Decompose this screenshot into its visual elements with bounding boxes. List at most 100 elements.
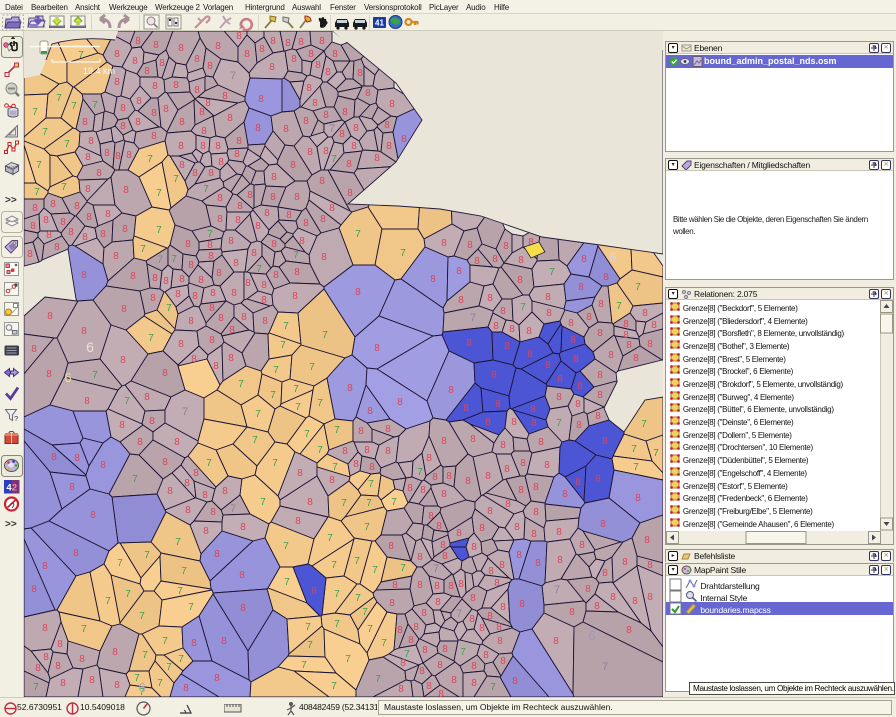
svg-text:8: 8	[622, 557, 628, 568]
svg-text:8: 8	[152, 273, 158, 284]
svg-text:8: 8	[185, 505, 191, 516]
svg-text:7: 7	[132, 474, 138, 485]
svg-text:8: 8	[458, 579, 464, 590]
svg-text:8: 8	[149, 416, 155, 427]
svg-text:7: 7	[327, 533, 333, 544]
svg-text:8: 8	[516, 550, 522, 561]
svg-text:8: 8	[244, 49, 250, 60]
svg-text:7: 7	[157, 254, 163, 266]
svg-text:8: 8	[163, 276, 169, 287]
svg-text:8: 8	[306, 83, 312, 94]
svg-text:8: 8	[389, 598, 395, 609]
svg-text:8: 8	[533, 507, 539, 518]
svg-text:7: 7	[280, 340, 286, 351]
svg-text:8: 8	[46, 230, 52, 241]
svg-text:8: 8	[237, 201, 243, 212]
svg-text:8: 8	[191, 638, 197, 649]
svg-text:8: 8	[320, 214, 326, 225]
svg-text:8: 8	[81, 326, 87, 337]
svg-text:7: 7	[252, 435, 258, 446]
svg-text:8: 8	[644, 535, 650, 546]
svg-text:8: 8	[297, 468, 303, 479]
svg-text:8: 8	[385, 424, 391, 435]
svg-text:8: 8	[295, 516, 301, 527]
svg-text:8: 8	[417, 580, 423, 591]
svg-text:8: 8	[199, 107, 205, 118]
svg-text:8: 8	[600, 519, 606, 530]
svg-text:8: 8	[470, 593, 476, 604]
svg-text:7: 7	[230, 503, 236, 515]
svg-text:8: 8	[491, 370, 497, 381]
svg-text:7: 7	[549, 267, 555, 278]
svg-text:8: 8	[351, 141, 357, 152]
svg-text:8: 8	[503, 241, 509, 252]
svg-text:7: 7	[162, 636, 168, 647]
svg-text:8: 8	[178, 339, 184, 350]
svg-text:8: 8	[210, 288, 216, 299]
svg-text:8: 8	[312, 98, 318, 109]
svg-text:8: 8	[153, 40, 159, 51]
svg-text:8: 8	[579, 540, 585, 551]
svg-text:8: 8	[557, 555, 563, 566]
svg-text:8: 8	[545, 292, 551, 303]
svg-text:8: 8	[271, 172, 277, 183]
svg-text:7: 7	[166, 662, 172, 673]
svg-text:8: 8	[201, 126, 207, 137]
svg-text:8: 8	[527, 349, 533, 360]
svg-text:8: 8	[81, 270, 87, 281]
svg-text:8: 8	[283, 124, 289, 135]
svg-text:8: 8	[271, 239, 277, 250]
svg-text:7: 7	[293, 250, 299, 261]
svg-text:8: 8	[60, 678, 66, 689]
svg-text:8: 8	[556, 392, 562, 403]
svg-text:8: 8	[448, 385, 454, 396]
svg-text:7: 7	[125, 589, 131, 600]
svg-text:8: 8	[535, 558, 541, 569]
svg-text:8: 8	[562, 489, 568, 500]
svg-text:8: 8	[152, 81, 158, 92]
svg-text:7: 7	[42, 127, 48, 138]
svg-text:8: 8	[262, 316, 268, 327]
svg-text:8: 8	[470, 434, 476, 445]
svg-text:8: 8	[185, 239, 191, 250]
svg-text:8: 8	[258, 94, 264, 105]
svg-text:8: 8	[210, 507, 216, 518]
svg-text:8: 8	[421, 608, 427, 619]
svg-text:7: 7	[317, 398, 323, 409]
svg-text:8: 8	[315, 60, 321, 71]
svg-text:7: 7	[56, 93, 62, 104]
svg-text:7: 7	[71, 101, 77, 112]
svg-text:8: 8	[339, 129, 345, 140]
svg-text:8: 8	[463, 403, 469, 414]
svg-text:8: 8	[285, 38, 291, 49]
svg-text:7: 7	[355, 229, 361, 240]
svg-text:8: 8	[442, 644, 448, 655]
svg-text:8: 8	[229, 325, 235, 336]
svg-text:8: 8	[573, 354, 579, 365]
svg-text:8: 8	[218, 157, 224, 168]
svg-text:8: 8	[386, 141, 392, 152]
svg-text:8: 8	[499, 560, 505, 571]
svg-text:7: 7	[602, 661, 608, 673]
svg-text:8: 8	[269, 62, 275, 73]
svg-text:7: 7	[272, 458, 278, 469]
svg-text:8: 8	[235, 215, 241, 226]
svg-text:8: 8	[294, 192, 300, 203]
svg-text:8: 8	[163, 104, 169, 115]
svg-text:7: 7	[255, 409, 261, 420]
svg-text:8: 8	[520, 458, 526, 469]
svg-text:8: 8	[347, 383, 353, 394]
svg-text:7: 7	[207, 229, 213, 240]
svg-text:8: 8	[626, 340, 632, 351]
svg-text:7: 7	[633, 462, 639, 473]
svg-text:8: 8	[497, 636, 503, 647]
svg-text:7: 7	[331, 560, 337, 571]
svg-text:8: 8	[557, 374, 563, 385]
svg-text:8: 8	[298, 37, 304, 48]
svg-text:8: 8	[487, 506, 493, 517]
svg-text:8: 8	[255, 221, 261, 232]
svg-text:8: 8	[179, 274, 185, 285]
svg-text:7: 7	[456, 608, 462, 620]
svg-text:8: 8	[353, 459, 359, 470]
svg-text:8: 8	[500, 306, 506, 317]
